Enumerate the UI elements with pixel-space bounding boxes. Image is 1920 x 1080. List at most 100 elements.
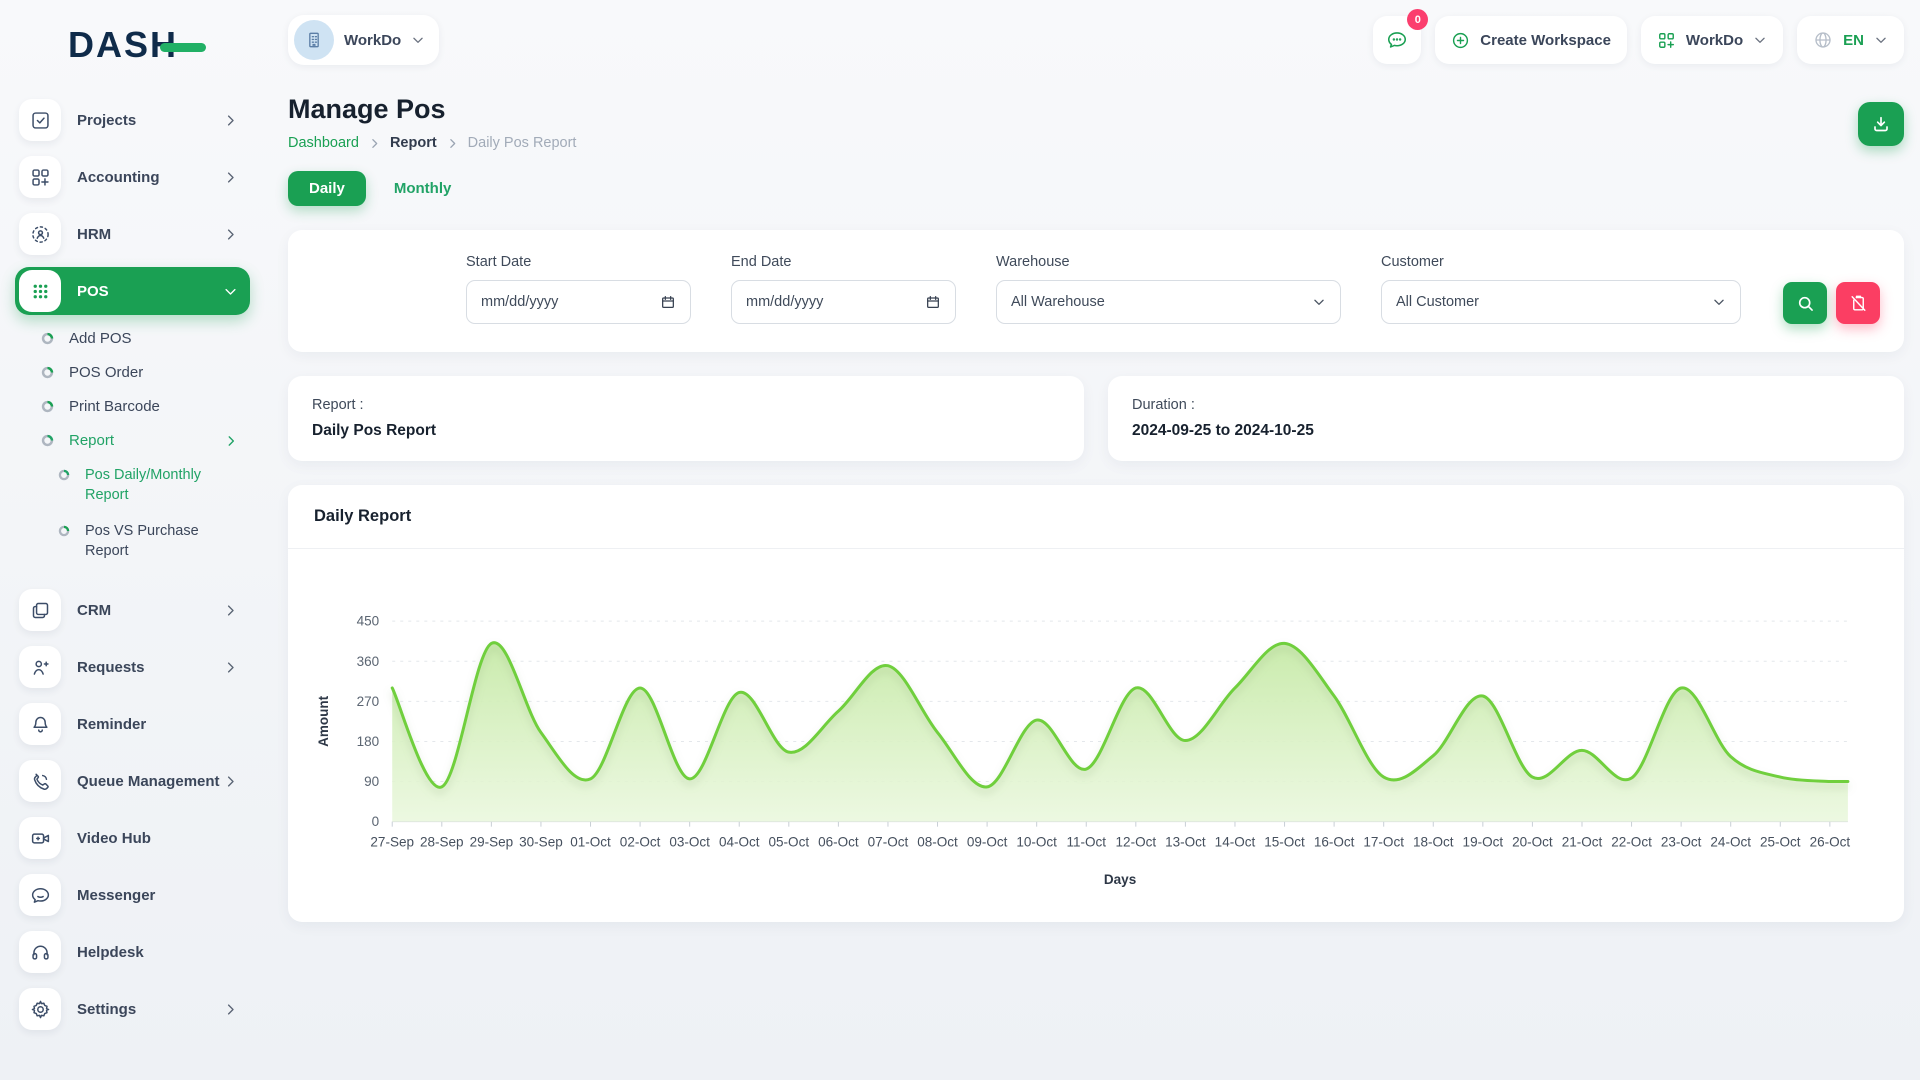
sidebar-subitem-add-pos[interactable]: Add POS — [41, 330, 264, 347]
chevron-right-icon — [223, 660, 238, 675]
end-date-input[interactable]: mm/dd/yyyy — [731, 280, 956, 324]
breadcrumb-dashboard-link[interactable]: Dashboard — [288, 135, 359, 151]
svg-text:450: 450 — [357, 614, 380, 629]
report-period-tabs: Daily Monthly — [288, 171, 1904, 206]
customer-select[interactable]: All Customer — [1381, 280, 1741, 324]
svg-text:22-Oct: 22-Oct — [1611, 835, 1652, 850]
chevron-down-icon — [1874, 33, 1888, 47]
calendar-icon[interactable] — [660, 294, 676, 310]
sidebar-item-label: Reminder — [77, 716, 250, 733]
chevron-right-icon — [368, 137, 381, 150]
phone-icon — [19, 760, 61, 802]
filter-actions — [1783, 282, 1880, 324]
bell-icon — [19, 703, 61, 745]
svg-text:180: 180 — [357, 734, 380, 749]
sidebar-item-label: Video Hub — [77, 830, 250, 847]
svg-text:04-Oct: 04-Oct — [719, 835, 760, 850]
create-workspace-button[interactable]: Create Workspace — [1435, 16, 1627, 64]
dash-logo[interactable]: DASH — [68, 24, 178, 66]
svg-text:19-Oct: 19-Oct — [1463, 835, 1504, 850]
svg-text:24-Oct: 24-Oct — [1710, 835, 1751, 850]
tab-daily[interactable]: Daily — [288, 171, 366, 206]
sidebar-item-hrm[interactable]: HRM — [15, 210, 250, 258]
svg-text:20-Oct: 20-Oct — [1512, 835, 1553, 850]
reset-filter-button[interactable] — [1836, 282, 1880, 324]
start-date-label: Start Date — [466, 254, 691, 270]
sidebar-item-reminder[interactable]: Reminder — [15, 700, 250, 748]
sidebar-subitem-pos-daily-monthly-report[interactable]: Pos Daily/Monthly Report — [58, 466, 228, 505]
sidebar-item-settings[interactable]: Settings — [15, 985, 250, 1033]
start-date-field-group: Start Date mm/dd/yyyy — [466, 254, 691, 324]
sidebar-item-label: Settings — [77, 1001, 223, 1018]
svg-text:01-Oct: 01-Oct — [570, 835, 611, 850]
sidebar-item-helpdesk[interactable]: Helpdesk — [15, 928, 250, 976]
svg-text:03-Oct: 03-Oct — [669, 835, 710, 850]
svg-text:13-Oct: 13-Oct — [1165, 835, 1206, 850]
svg-text:270: 270 — [357, 694, 380, 709]
svg-text:30-Sep: 30-Sep — [519, 835, 563, 850]
requests-icon — [19, 646, 61, 688]
summary-row: Report : Daily Pos Report Duration : 202… — [288, 376, 1904, 461]
sidebar-item-label: HRM — [77, 226, 223, 243]
video-camera-icon — [19, 817, 61, 859]
chevron-right-icon — [224, 434, 238, 448]
svg-text:06-Oct: 06-Oct — [818, 835, 859, 850]
messages-button[interactable]: 0 — [1373, 16, 1421, 64]
language-selector[interactable]: EN — [1797, 16, 1904, 64]
sidebar-item-crm[interactable]: CRM — [15, 586, 250, 634]
sidebar-item-pos[interactable]: POS — [15, 267, 250, 315]
svg-text:16-Oct: 16-Oct — [1314, 835, 1355, 850]
donut-bullet-icon — [41, 332, 54, 345]
sidebar-subitem-pos-order[interactable]: POS Order — [41, 364, 264, 381]
chevron-down-icon — [411, 33, 425, 47]
create-workspace-label: Create Workspace — [1480, 32, 1611, 49]
pos-icon — [19, 270, 61, 312]
download-report-button[interactable] — [1858, 102, 1904, 146]
sidebar-item-requests[interactable]: Requests — [15, 643, 250, 691]
sidebar-subitem-print-barcode[interactable]: Print Barcode — [41, 398, 264, 415]
topbar-actions: 0 Create Workspace WorkDo EN — [1373, 16, 1904, 64]
report-label: Report : — [312, 397, 1060, 413]
start-date-input[interactable]: mm/dd/yyyy — [466, 280, 691, 324]
breadcrumb-report-link[interactable]: Report — [390, 135, 437, 151]
svg-text:17-Oct: 17-Oct — [1363, 835, 1404, 850]
svg-text:21-Oct: 21-Oct — [1562, 835, 1603, 850]
sidebar-item-accounting[interactable]: Accounting — [15, 153, 250, 201]
accounting-icon — [19, 156, 61, 198]
svg-text:05-Oct: 05-Oct — [769, 835, 810, 850]
workspace-switcher[interactable]: WorkDo — [288, 15, 439, 65]
sidebar-item-queue-management[interactable]: Queue Management — [15, 757, 250, 805]
svg-text:0: 0 — [372, 814, 380, 829]
customer-label: Customer — [1381, 254, 1741, 270]
sidebar-subitem-report[interactable]: Report — [41, 432, 264, 449]
tab-monthly[interactable]: Monthly — [394, 180, 452, 197]
workspace-avatar — [294, 20, 334, 60]
chevron-right-icon — [223, 1002, 238, 1017]
sidebar-subitem-pos-vs-purchase-report[interactable]: Pos VS Purchase Report — [58, 522, 228, 561]
sidebar-item-label: POS — [77, 283, 223, 300]
svg-text:Days: Days — [1104, 872, 1136, 887]
chevron-down-icon — [1753, 33, 1767, 47]
sidebar-item-label: Helpdesk — [77, 944, 250, 961]
svg-text:07-Oct: 07-Oct — [868, 835, 909, 850]
svg-text:12-Oct: 12-Oct — [1116, 835, 1157, 850]
calendar-icon[interactable] — [925, 294, 941, 310]
sidebar-item-video-hub[interactable]: Video Hub — [15, 814, 250, 862]
sidebar-subitem-label: POS Order — [69, 364, 143, 381]
svg-text:28-Sep: 28-Sep — [420, 835, 464, 850]
svg-text:27-Sep: 27-Sep — [370, 835, 414, 850]
crm-icon — [19, 589, 61, 631]
sidebar-item-label: Projects — [77, 112, 223, 129]
workspace-menu-label: WorkDo — [1686, 32, 1743, 49]
search-button[interactable] — [1783, 282, 1827, 324]
sidebar-item-messenger[interactable]: Messenger — [15, 871, 250, 919]
warehouse-label: Warehouse — [996, 254, 1341, 270]
workspace-menu-button[interactable]: WorkDo — [1641, 16, 1783, 64]
messages-badge: 0 — [1407, 9, 1428, 30]
warehouse-select[interactable]: All Warehouse — [996, 280, 1341, 324]
globe-icon — [1813, 30, 1833, 50]
svg-text:09-Oct: 09-Oct — [967, 835, 1008, 850]
sidebar-subitem-label: Pos VS Purchase Report — [85, 522, 228, 561]
sidebar-item-projects[interactable]: Projects — [15, 96, 250, 144]
svg-text:26-Oct: 26-Oct — [1810, 835, 1851, 850]
